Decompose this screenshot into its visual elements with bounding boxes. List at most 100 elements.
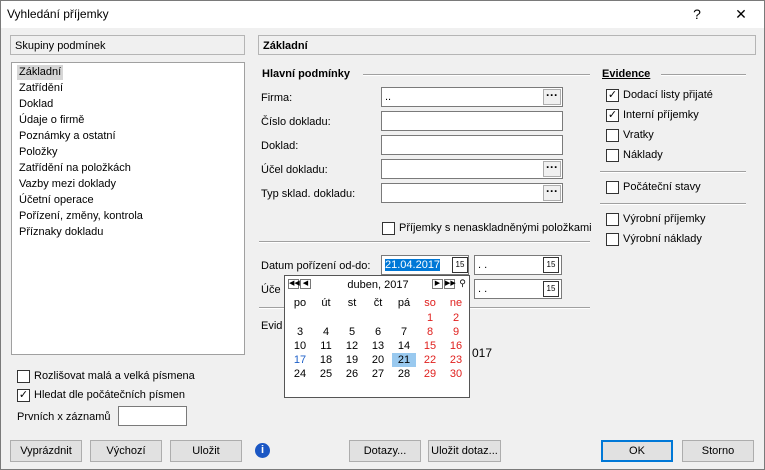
save-query-button[interactable]: Uložit dotaz...	[428, 440, 501, 462]
calendar-day[interactable]: 12	[340, 339, 364, 353]
calendar-day[interactable]: 1	[418, 311, 442, 325]
evidence-checkbox[interactable]	[606, 233, 619, 246]
calendar-day[interactable]: 8	[418, 325, 442, 339]
groups-list-item[interactable]: Doklad	[19, 97, 53, 112]
calendar-popup: ◀◀ ◀ duben, 2017 ▶ ▶▶ ⚲ po út st čt pá so ne 1 2…	[284, 275, 470, 398]
groups-list-item[interactable]: Pořízení, změny, kontrola	[19, 209, 143, 224]
calendar-day[interactable]: 9	[444, 325, 468, 339]
groups-header: Skupiny podmínek	[10, 35, 245, 55]
evidence-title: Evidence	[602, 68, 650, 80]
evidence-label: Dodací listy přijaté	[623, 89, 713, 101]
weekday-label: so	[424, 297, 436, 309]
evidence-checkbox[interactable]: ✓	[606, 109, 619, 122]
typ-browse-button[interactable]: ···	[543, 185, 561, 201]
groups-list-item[interactable]: Vazby mezi doklady	[19, 177, 116, 192]
firma-label: Firma:	[261, 92, 293, 104]
next-month-icon[interactable]: ▶	[432, 279, 443, 289]
queries-button[interactable]: Dotazy...	[349, 440, 421, 462]
prefix-label: Hledat dle počátečních písmen	[34, 389, 186, 401]
pin-icon[interactable]: ⚲	[457, 279, 468, 289]
weekday-label: st	[347, 297, 357, 309]
groups-list-item[interactable]: Zatřídění na položkách	[19, 161, 131, 176]
calendar-day[interactable]: 22	[418, 353, 442, 367]
firma-browse-button[interactable]: ···	[543, 89, 561, 105]
calendar-day[interactable]: 21	[392, 353, 416, 367]
calendar-day[interactable]: 24	[288, 367, 312, 381]
save-button[interactable]: Uložit	[170, 440, 242, 462]
calendar-icon[interactable]: 15	[452, 257, 468, 273]
case-checkbox[interactable]	[17, 370, 30, 383]
divider	[661, 74, 746, 76]
doklad-label: Doklad:	[261, 140, 299, 152]
calendar-day[interactable]: 13	[366, 339, 390, 353]
groups-list-item[interactable]: Položky	[19, 145, 58, 160]
calendar-day[interactable]: 28	[392, 367, 416, 381]
divider	[259, 241, 590, 243]
groups-list-item[interactable]: Příznaky dokladu	[19, 225, 103, 240]
calendar-day[interactable]: 17	[288, 353, 312, 367]
calendar-day[interactable]: 16	[444, 339, 468, 353]
groups-list-item[interactable]: Údaje o firmě	[19, 113, 84, 128]
first-records-field[interactable]	[118, 406, 187, 426]
calendar-day[interactable]: 23	[444, 353, 468, 367]
cislo-field[interactable]	[381, 111, 563, 131]
calendar-day[interactable]: 5	[340, 325, 364, 339]
nenaskl-checkbox[interactable]	[382, 222, 395, 235]
ok-button[interactable]: OK	[601, 440, 673, 462]
calendar-day[interactable]: 19	[340, 353, 364, 367]
calendar-day[interactable]: 15	[418, 339, 442, 353]
calendar-day[interactable]: 4	[314, 325, 338, 339]
groups-list-item[interactable]: Poznámky a ostatní	[19, 129, 116, 144]
ucel-field[interactable]	[381, 159, 563, 179]
firma-field[interactable]: ..	[381, 87, 563, 107]
calendar-day[interactable]: 29	[418, 367, 442, 381]
next-year-icon[interactable]: ▶▶	[444, 279, 456, 289]
clear-button[interactable]: Vyprázdnit	[10, 440, 82, 462]
typ-field[interactable]	[381, 183, 563, 203]
doklad-field[interactable]	[381, 135, 563, 155]
calendar-day[interactable]: 30	[444, 367, 468, 381]
help-button[interactable]: ?	[675, 1, 719, 28]
weekday-label: čt	[373, 297, 383, 309]
groups-list-item[interactable]: Základní	[17, 65, 64, 80]
calendar-day[interactable]: 26	[340, 367, 364, 381]
groups-list-item[interactable]: Účetní operace	[19, 193, 94, 208]
evidence-checkbox[interactable]	[606, 129, 619, 142]
main-conditions-title: Hlavní podmínky	[262, 68, 351, 80]
calendar-day[interactable]: 11	[314, 339, 338, 353]
evidence-checkbox[interactable]: ✓	[606, 89, 619, 102]
datum-label: Datum pořízení od-do:	[261, 260, 371, 272]
calendar-day[interactable]: 6	[366, 325, 390, 339]
groups-list[interactable]: Základní Zatřídění Doklad Údaje o firmě Pozn…	[11, 62, 245, 355]
groups-list-item[interactable]: Zatřídění	[19, 81, 63, 96]
cancel-button[interactable]: Storno	[682, 440, 754, 462]
calendar-day[interactable]: 14	[392, 339, 416, 353]
window-title: Vyhledání příjemky	[7, 7, 109, 21]
weekday-label: pá	[397, 297, 411, 309]
evidence-label: Náklady	[623, 149, 663, 161]
calendar-day[interactable]: 20	[366, 353, 390, 367]
calendar-day[interactable]: 2	[444, 311, 468, 325]
divider	[600, 203, 746, 205]
evidence-checkbox[interactable]	[606, 149, 619, 162]
evidence-label: Interní příjemky	[623, 109, 699, 121]
calendar-day[interactable]: 18	[314, 353, 338, 367]
divider	[600, 171, 746, 173]
weekday-label: út	[321, 297, 331, 309]
calendar-day[interactable]: 3	[288, 325, 312, 339]
section-header: Základní	[258, 35, 756, 55]
default-button[interactable]: Výchozí	[90, 440, 162, 462]
info-icon[interactable]: i	[255, 443, 270, 458]
calendar-day[interactable]: 10	[288, 339, 312, 353]
close-button[interactable]: ✕	[719, 1, 763, 28]
calendar-icon[interactable]: 15	[543, 257, 559, 273]
evidence-checkbox[interactable]	[606, 213, 619, 226]
calendar-icon[interactable]: 15	[543, 281, 559, 297]
prefix-checkbox[interactable]: ✓	[17, 389, 30, 402]
calendar-day[interactable]: 7	[392, 325, 416, 339]
calendar-day[interactable]: 27	[366, 367, 390, 381]
ucel-browse-button[interactable]: ···	[543, 161, 561, 177]
calendar-day[interactable]: 25	[314, 367, 338, 381]
ucet-label: Úče	[261, 284, 281, 296]
evidence-checkbox[interactable]	[606, 181, 619, 194]
